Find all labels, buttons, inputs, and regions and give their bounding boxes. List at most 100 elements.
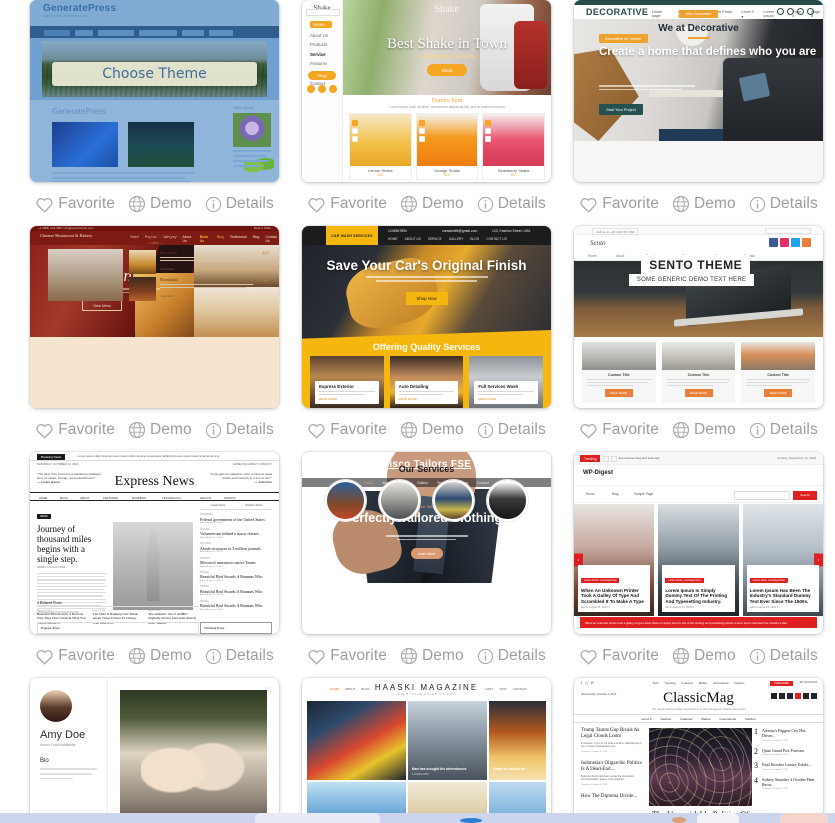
- social-icons[interactable]: [769, 238, 811, 247]
- details-button[interactable]: Details: [205, 647, 274, 665]
- demo-button[interactable]: Demo: [128, 647, 192, 665]
- favorite-button[interactable]: Favorite: [35, 421, 115, 439]
- social-icons[interactable]: [307, 85, 337, 93]
- theme-preview-card[interactable]: ··· Amy Doe Senior Food Nutritionist Bio: [30, 678, 279, 823]
- product-card[interactable]: Orange Shake $10: [415, 113, 479, 180]
- read-more-button[interactable]: READ MORE: [764, 389, 793, 398]
- ranked-post[interactable]: 4 Sydney Smashes 4 October Heat Recor...…: [754, 776, 816, 790]
- search-button[interactable]: Search: [793, 490, 817, 500]
- sidebar-title[interactable]: Beautiful Bird Awards A Bananas Who: [200, 603, 272, 608]
- hero-button[interactable]: Learn More: [410, 548, 443, 559]
- search-icon[interactable]: ⌕: [807, 228, 809, 232]
- demo-button[interactable]: Demo: [400, 647, 464, 665]
- favorite-button[interactable]: Favorite: [307, 647, 387, 665]
- service-more[interactable]: READ MORE: [478, 397, 534, 401]
- details-button[interactable]: Details: [477, 647, 546, 665]
- product-card[interactable]: Strawberry Shake $10: [482, 113, 546, 180]
- favorite-button[interactable]: Favorite: [35, 195, 115, 213]
- social-grid[interactable]: [771, 693, 817, 699]
- favorite-button[interactable]: Favorite: [307, 195, 387, 213]
- sidebar-title[interactable]: Beautiful Bird Awards A Bananas Who: [200, 574, 272, 579]
- post-title[interactable]: How The Diploma Divide...: [581, 794, 643, 800]
- theme-preview-card[interactable]: GeneratePress Just another WordPress sit…: [30, 0, 279, 182]
- demo-button[interactable]: Demo: [672, 647, 736, 665]
- demo-button[interactable]: Demo: [128, 195, 192, 213]
- details-button[interactable]: Details: [477, 421, 546, 439]
- service-more[interactable]: READ MORE: [319, 397, 375, 401]
- theme-preview-card[interactable]: Disco Tailors FSE Appointment HomeAboutS…: [302, 452, 551, 634]
- read-more-button[interactable]: READ MORE: [684, 389, 713, 398]
- menu-item[interactable]: Breakfast $42 View More: [129, 250, 269, 274]
- post-title[interactable]: Lorem Ipsum Has Been The Industry's Stan…: [750, 588, 816, 604]
- favorite-button[interactable]: Favorite: [579, 195, 659, 213]
- tile[interactable]: Meant to studied art 4 October 2023: [489, 701, 546, 780]
- demo-button[interactable]: Demo: [128, 421, 192, 439]
- sidebar-title[interactable]: Abode structures in 3 million journals: [200, 546, 272, 551]
- tile[interactable]: Man has brought his adventurous 3 Octobe…: [407, 701, 488, 780]
- ticker-arrows[interactable]: [603, 455, 617, 462]
- ranked-post[interactable]: 2 Qatar Grand Prix Forecast Posted on Oc…: [754, 747, 816, 756]
- sidebar-title[interactable]: Microsoft announces native Teams: [200, 560, 272, 565]
- menu-item-more[interactable]: View More: [160, 267, 174, 271]
- service-card[interactable]: Express Exterior READ MORE: [310, 356, 384, 408]
- post-card[interactable]: ‹ Lorem Dolor, Uncategorized When An Unk…: [574, 504, 655, 616]
- choose-theme-button[interactable]: Choose Theme: [52, 62, 257, 86]
- feature-card[interactable]: Custom Title READ MORE: [582, 342, 656, 403]
- demo-button[interactable]: Demo: [672, 195, 736, 213]
- theme-preview-card[interactable]: Trending Just another blog and interview…: [574, 452, 823, 634]
- details-button[interactable]: Details: [205, 421, 274, 439]
- service-card[interactable]: Auto Detailing READ MORE: [389, 356, 464, 408]
- post-title[interactable]: Trump Taunts Gop Rivals As Legal Clouds …: [581, 728, 643, 740]
- feature-card[interactable]: Custom Title READ MORE: [661, 342, 736, 403]
- theme-preview-card[interactable]: Breaking News Lorem ipsum dolor sit amet…: [30, 452, 279, 634]
- social-icons[interactable]: f ◻ ✆: [581, 681, 594, 685]
- subscribe-button[interactable]: SUBSCRIBE: [770, 680, 793, 686]
- details-button[interactable]: Details: [749, 421, 818, 439]
- theme-preview-card[interactable]: f ◻ ✆ Tech Trending Featured Mobile Internati…: [574, 678, 823, 823]
- details-button[interactable]: Details: [749, 195, 818, 213]
- favorite-button[interactable]: Favorite: [579, 647, 659, 665]
- post-card[interactable]: › Lorem Dolor, Uncategorized Lorem Ipsum…: [742, 504, 823, 616]
- topbar-action[interactable]: Book A Table: [254, 226, 271, 230]
- theme-preview-card[interactable]: Call us on +00 1234 567 890 ⌕ Sento Home…: [574, 226, 823, 408]
- post-title[interactable]: Indonesia's Oligarchic Politics Is A Dea…: [581, 761, 643, 773]
- post-title[interactable]: When An Unknown Printer Took A Galley Of…: [581, 588, 647, 604]
- hero-button[interactable]: Shop Now: [405, 292, 448, 305]
- ranked-post[interactable]: 3 Emil Etrechtz Luxury Exhibi... Posted …: [754, 762, 816, 771]
- demo-button[interactable]: Demo: [400, 421, 464, 439]
- details-button[interactable]: Details: [205, 195, 274, 213]
- details-button[interactable]: Details: [749, 647, 818, 665]
- search-input[interactable]: [734, 490, 790, 500]
- theme-preview-card[interactable]: +1 (888) 123-4567 info@yourdomain.com Bo…: [30, 226, 279, 408]
- theme-preview-card[interactable]: DECORATIVE Home pageFront Page About The…: [574, 0, 823, 182]
- hero-button[interactable]: Start Your Project: [599, 104, 643, 115]
- favorite-button[interactable]: Favorite: [35, 647, 115, 665]
- service-circles[interactable]: [302, 480, 551, 521]
- post-title[interactable]: Lorem Ipsum Is Simply Dummy Text Of The …: [665, 588, 731, 604]
- hero-button[interactable]: Shop: [427, 64, 467, 76]
- theme-preview-card[interactable]: HAASKI MAGAZINE LOREM IPSUM DOLOR SIT AM…: [302, 678, 551, 823]
- account-link[interactable]: MY ACCOUNT: [800, 681, 817, 684]
- demo-button[interactable]: Demo: [400, 195, 464, 213]
- tile[interactable]: [307, 701, 406, 780]
- favorite-button[interactable]: Favorite: [307, 421, 387, 439]
- post-card[interactable]: Lorem Dolor, Uncategorized Lorem Ipsum I…: [658, 504, 739, 616]
- shop-button[interactable]: Shop: [308, 71, 336, 80]
- service-card[interactable]: Full Services Wash READ MORE: [469, 356, 544, 408]
- social-icons[interactable]: [777, 8, 814, 15]
- demo-button[interactable]: Demo: [672, 421, 736, 439]
- ranked-post[interactable]: 1 Arizona's Biggest City Has Driver... P…: [754, 728, 816, 742]
- sidebar-title[interactable]: Volunteerism behind a music classes: [200, 531, 272, 536]
- read-more-button[interactable]: READ MORE: [604, 389, 633, 398]
- feature-card[interactable]: Custom Title READ MORE: [741, 342, 816, 403]
- search-input[interactable]: [765, 227, 811, 234]
- menu-item[interactable]: Breakfast $42 View More: [129, 277, 269, 301]
- favorite-button[interactable]: Favorite: [579, 421, 659, 439]
- product-card[interactable]: Lemon Shake $10: [349, 113, 412, 180]
- theme-preview-card[interactable]: CAR WASH SERVICES 1234567890 carwash65@g…: [302, 226, 551, 408]
- hero-button[interactable]: View Menu: [82, 300, 122, 311]
- theme-preview-card[interactable]: Shake Home About Us Products Service Feature…: [302, 0, 551, 182]
- details-button[interactable]: Details: [477, 195, 546, 213]
- service-more[interactable]: READ MORE: [399, 397, 455, 401]
- menu-item-more[interactable]: View More: [160, 294, 174, 298]
